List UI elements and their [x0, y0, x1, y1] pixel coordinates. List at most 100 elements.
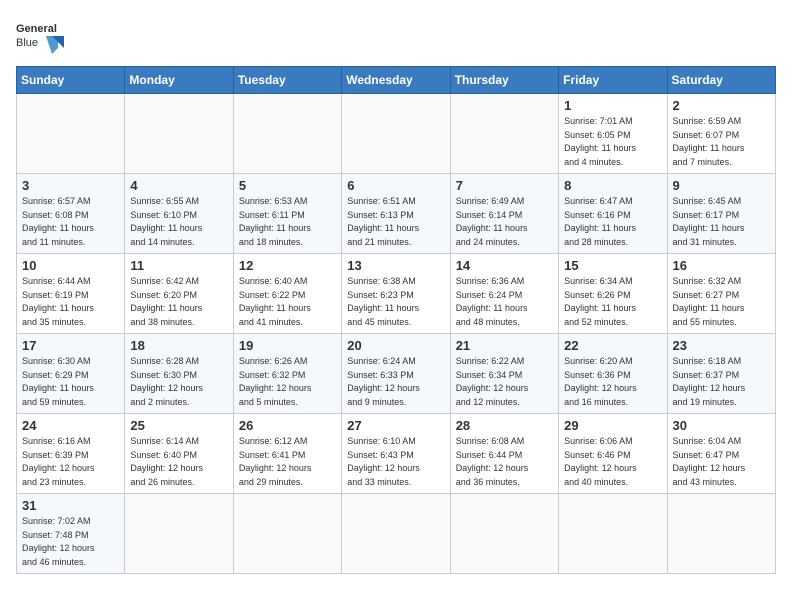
- calendar-cell: [233, 494, 341, 574]
- calendar-cell: 26Sunrise: 6:12 AM Sunset: 6:41 PM Dayli…: [233, 414, 341, 494]
- day-info: Sunrise: 6:06 AM Sunset: 6:46 PM Dayligh…: [564, 435, 661, 489]
- day-number: 5: [239, 178, 336, 193]
- day-info: Sunrise: 7:01 AM Sunset: 6:05 PM Dayligh…: [564, 115, 661, 169]
- calendar-cell: 6 Sunrise: 6:51 AM Sunset: 6:13 PM Daylig…: [342, 174, 450, 254]
- calendar-cell: 21 Sunrise: 6:22 AM Sunset: 6:34 PM Dayli…: [450, 334, 558, 414]
- svg-text:General: General: [16, 23, 57, 35]
- calendar-cell: [17, 94, 125, 174]
- day-info: Sunrise: 6:22 AM Sunset: 6:34 PM Dayligh…: [456, 355, 553, 409]
- day-info: Sunrise: 6:28 AM Sunset: 6:30 PM Dayligh…: [130, 355, 227, 409]
- day-info: Sunrise: 6:47 AM Sunset: 6:16 PM Dayligh…: [564, 195, 661, 249]
- day-info: Sunrise: 6:59 AM Sunset: 6:07 PM Dayligh…: [673, 115, 770, 169]
- day-info: Sunrise: 6:40 AM Sunset: 6:22 PM Dayligh…: [239, 275, 336, 329]
- day-info: Sunrise: 6:55 AM Sunset: 6:10 PM Dayligh…: [130, 195, 227, 249]
- day-number: 4: [130, 178, 227, 193]
- weekday-header-tuesday: Tuesday: [233, 67, 341, 94]
- calendar-cell: 22 Sunrise: 6:20 AM Sunset: 6:36 PM Dayli…: [559, 334, 667, 414]
- day-number: 24: [22, 418, 119, 433]
- day-number: 22: [564, 338, 661, 353]
- day-info: Sunrise: 6:30 AM Sunset: 6:29 PM Dayligh…: [22, 355, 119, 409]
- day-number: 6: [347, 178, 444, 193]
- day-info: Sunrise: 6:18 AM Sunset: 6:37 PM Dayligh…: [673, 355, 770, 409]
- calendar-cell: 25 Sunrise: 6:14 AM Sunset: 6:40 PM Dayli…: [125, 414, 233, 494]
- day-number: 17: [22, 338, 119, 353]
- day-number: 27: [347, 418, 444, 433]
- weekday-header-thursday: Thursday: [450, 67, 558, 94]
- day-number: 1: [564, 98, 661, 113]
- day-info: Sunrise: 6:45 AM Sunset: 6:17 PM Dayligh…: [673, 195, 770, 249]
- day-info: Sunrise: 6:04 AM Sunset: 6:47 PM Dayligh…: [673, 435, 770, 489]
- day-number: 3: [22, 178, 119, 193]
- day-info: Sunrise: 6:24 AM Sunset: 6:33 PM Dayligh…: [347, 355, 444, 409]
- calendar-cell: 20 Sunrise: 6:24 AM Sunset: 6:33 PM Dayli…: [342, 334, 450, 414]
- day-info: Sunrise: 6:44 AM Sunset: 6:19 PM Dayligh…: [22, 275, 119, 329]
- calendar-cell: 29 Sunrise: 6:06 AM Sunset: 6:46 PM Dayli…: [559, 414, 667, 494]
- weekday-header-wednesday: Wednesday: [342, 67, 450, 94]
- calendar-cell: [342, 494, 450, 574]
- day-info: Sunrise: 7:02 AM Sunset: 7:48 PM Dayligh…: [22, 515, 119, 569]
- logo: General Blue: [16, 16, 66, 56]
- day-number: 14: [456, 258, 553, 273]
- calendar-cell: 23 Sunrise: 6:18 AM Sunset: 6:37 PM Dayli…: [667, 334, 775, 414]
- calendar-cell: 3 Sunrise: 6:57 AM Sunset: 6:08 PM Daylig…: [17, 174, 125, 254]
- calendar-cell: [125, 94, 233, 174]
- calendar-cell: 13 Sunrise: 6:38 AM Sunset: 6:23 PM Dayli…: [342, 254, 450, 334]
- calendar-body: 1 Sunrise: 7:01 AM Sunset: 6:05 PM Daylig…: [17, 94, 776, 574]
- day-info: Sunrise: 6:26 AM Sunset: 6:32 PM Dayligh…: [239, 355, 336, 409]
- day-info: Sunrise: 6:42 AM Sunset: 6:20 PM Dayligh…: [130, 275, 227, 329]
- day-number: 31: [22, 498, 119, 513]
- logo-svg: General Blue: [16, 16, 66, 56]
- page-header: General Blue: [16, 16, 776, 56]
- calendar-cell: 4 Sunrise: 6:55 AM Sunset: 6:10 PM Daylig…: [125, 174, 233, 254]
- day-info: Sunrise: 6:14 AM Sunset: 6:40 PM Dayligh…: [130, 435, 227, 489]
- calendar-cell: [125, 494, 233, 574]
- day-number: 10: [22, 258, 119, 273]
- day-info: Sunrise: 6:51 AM Sunset: 6:13 PM Dayligh…: [347, 195, 444, 249]
- calendar-cell: 18 Sunrise: 6:28 AM Sunset: 6:30 PM Dayli…: [125, 334, 233, 414]
- calendar-cell: 31 Sunrise: 7:02 AM Sunset: 7:48 PM Dayli…: [17, 494, 125, 574]
- weekday-header-saturday: Saturday: [667, 67, 775, 94]
- day-number: 23: [673, 338, 770, 353]
- day-number: 18: [130, 338, 227, 353]
- day-number: 21: [456, 338, 553, 353]
- calendar-cell: 1 Sunrise: 7:01 AM Sunset: 6:05 PM Daylig…: [559, 94, 667, 174]
- day-number: 8: [564, 178, 661, 193]
- weekday-header-sunday: Sunday: [17, 67, 125, 94]
- day-number: 2: [673, 98, 770, 113]
- day-number: 29: [564, 418, 661, 433]
- calendar-cell: 24Sunrise: 6:16 AM Sunset: 6:39 PM Dayli…: [17, 414, 125, 494]
- day-number: 30: [673, 418, 770, 433]
- day-number: 25: [130, 418, 227, 433]
- calendar-cell: 27Sunrise: 6:10 AM Sunset: 6:43 PM Dayli…: [342, 414, 450, 494]
- calendar-cell: 12 Sunrise: 6:40 AM Sunset: 6:22 PM Dayli…: [233, 254, 341, 334]
- calendar-cell: 28 Sunrise: 6:08 AM Sunset: 6:44 PM Dayli…: [450, 414, 558, 494]
- day-number: 20: [347, 338, 444, 353]
- day-number: 16: [673, 258, 770, 273]
- day-info: Sunrise: 6:20 AM Sunset: 6:36 PM Dayligh…: [564, 355, 661, 409]
- day-info: Sunrise: 6:57 AM Sunset: 6:08 PM Dayligh…: [22, 195, 119, 249]
- weekday-header-monday: Monday: [125, 67, 233, 94]
- calendar-cell: 14Sunrise: 6:36 AM Sunset: 6:24 PM Dayli…: [450, 254, 558, 334]
- calendar-cell: [233, 94, 341, 174]
- day-info: Sunrise: 6:38 AM Sunset: 6:23 PM Dayligh…: [347, 275, 444, 329]
- calendar-cell: [342, 94, 450, 174]
- calendar-cell: 30 Sunrise: 6:04 AM Sunset: 6:47 PM Dayli…: [667, 414, 775, 494]
- calendar-cell: 15Sunrise: 6:34 AM Sunset: 6:26 PM Dayli…: [559, 254, 667, 334]
- day-info: Sunrise: 6:32 AM Sunset: 6:27 PM Dayligh…: [673, 275, 770, 329]
- day-number: 28: [456, 418, 553, 433]
- calendar-cell: [559, 494, 667, 574]
- calendar-cell: 9 Sunrise: 6:45 AM Sunset: 6:17 PM Daylig…: [667, 174, 775, 254]
- calendar-cell: 10 Sunrise: 6:44 AM Sunset: 6:19 PM Dayli…: [17, 254, 125, 334]
- day-info: Sunrise: 6:08 AM Sunset: 6:44 PM Dayligh…: [456, 435, 553, 489]
- calendar-cell: 5Sunrise: 6:53 AM Sunset: 6:11 PM Daylig…: [233, 174, 341, 254]
- calendar-cell: [450, 494, 558, 574]
- svg-text:Blue: Blue: [16, 37, 38, 49]
- calendar-table: SundayMondayTuesdayWednesdayThursdayFrid…: [16, 66, 776, 574]
- day-number: 15: [564, 258, 661, 273]
- day-number: 13: [347, 258, 444, 273]
- day-number: 9: [673, 178, 770, 193]
- calendar-cell: 7Sunrise: 6:49 AM Sunset: 6:14 PM Daylig…: [450, 174, 558, 254]
- day-number: 7: [456, 178, 553, 193]
- calendar-header: SundayMondayTuesdayWednesdayThursdayFrid…: [17, 67, 776, 94]
- day-number: 12: [239, 258, 336, 273]
